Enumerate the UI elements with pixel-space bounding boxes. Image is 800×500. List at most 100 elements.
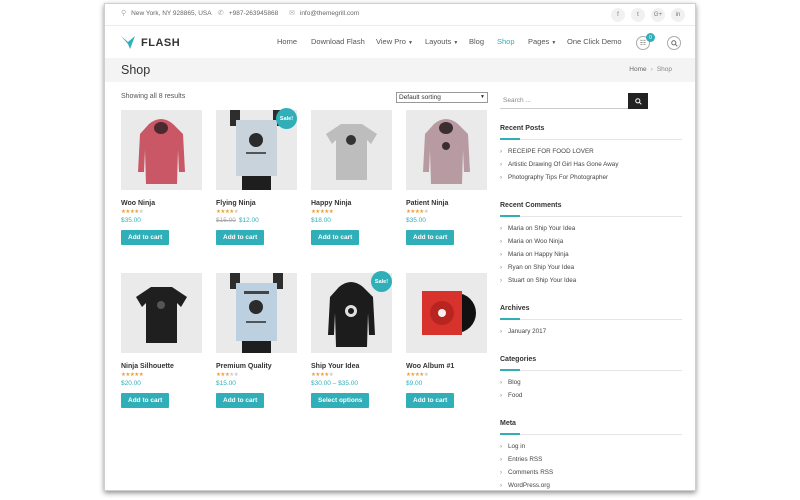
address-info: ⚲ New York, NY 928865, USA	[121, 9, 212, 18]
comment-post-link[interactable]: Woo Ninja	[534, 238, 563, 245]
chevron-right-icon: ›	[500, 444, 502, 450]
product-price: $30.00 – $35.00	[311, 380, 392, 387]
product-name[interactable]: Woo Ninja	[121, 200, 202, 207]
linkedin-icon[interactable]: in	[671, 8, 685, 22]
nav-pages[interactable]: Pages ▼	[528, 37, 556, 46]
star-rating: ★★★★★	[121, 209, 144, 215]
add-to-cart-button[interactable]: Add to cart	[216, 230, 265, 245]
widget-accent-bar	[500, 369, 520, 371]
chevron-right-icon: ›	[500, 457, 502, 463]
meta-item[interactable]: › Entries RSS	[500, 456, 542, 463]
product-price: $9.00	[406, 380, 487, 387]
product-card: Patient Ninja ★★★★★ $35.00 Add to cart	[406, 110, 487, 245]
recent-post-item[interactable]: › Artistic Drawing Of Girl Has Gone Away	[500, 161, 618, 168]
product-name[interactable]: Patient Ninja	[406, 200, 487, 207]
comment-post-link[interactable]: Happy Ninja	[534, 251, 568, 258]
nav-shop[interactable]: Shop	[497, 37, 515, 46]
breadcrumb: Home › Shop	[629, 66, 672, 73]
product-name[interactable]: Ninja Silhouette	[121, 363, 202, 370]
twitter-icon[interactable]: t	[631, 8, 645, 22]
chevron-right-icon: ›	[500, 226, 502, 232]
product-name[interactable]: Flying Ninja	[216, 200, 297, 207]
widget-title-archives: Archives	[500, 305, 530, 312]
chevron-right-icon: ›	[500, 162, 502, 168]
product-name[interactable]: Ship Your Idea	[311, 363, 392, 370]
category-link[interactable]: Food	[508, 392, 522, 399]
nav-blog[interactable]: Blog	[469, 37, 484, 46]
sidebar-search-button[interactable]	[628, 93, 648, 109]
chevron-right-icon: ›	[500, 380, 502, 386]
archive-item[interactable]: › January 2017	[500, 328, 546, 335]
recent-comment-item: › Maria on Ship Your Idea	[500, 225, 575, 232]
header-search-button[interactable]	[667, 36, 681, 50]
product-name[interactable]: Premium Quality	[216, 363, 297, 370]
meta-item[interactable]: › Log in	[500, 443, 525, 450]
widget-accent-bar	[500, 433, 520, 435]
comment-post-link[interactable]: Ship Your Idea	[535, 277, 576, 284]
meta-comments-rss-link[interactable]: Comments RSS	[508, 469, 553, 476]
product-card: Flying Ninja ★★★★★ $15.00 $12.00 Add to c…	[216, 110, 297, 245]
breadcrumb-current: Shop	[656, 66, 672, 73]
product-image[interactable]	[121, 110, 202, 190]
widget-divider	[500, 215, 682, 217]
recent-comment-item: › Maria on Happy Ninja	[500, 251, 569, 258]
phone-icon: ✆	[218, 10, 224, 17]
nav-view-pro[interactable]: View Pro ▼	[376, 37, 413, 46]
sort-select[interactable]: Default sorting ▼	[396, 92, 488, 103]
category-link[interactable]: Blog	[508, 379, 521, 386]
product-image[interactable]	[311, 110, 392, 190]
product-card: Woo Album #1 ★★★★★ $9.00 Add to cart	[406, 273, 487, 408]
meta-item[interactable]: › Comments RSS	[500, 469, 553, 476]
product-image[interactable]	[406, 110, 487, 190]
sale-badge: Sale!	[371, 271, 392, 292]
meta-wordpress-link[interactable]: WordPress.org	[508, 482, 550, 489]
comment-post-link[interactable]: Ship Your Idea	[533, 264, 574, 271]
product-image[interactable]	[216, 273, 297, 353]
google-plus-icon[interactable]: G+	[651, 8, 665, 22]
nav-download-flash[interactable]: Download Flash	[311, 37, 365, 46]
envelope-icon: ✉	[289, 10, 295, 17]
facebook-icon[interactable]: f	[611, 8, 625, 22]
category-item[interactable]: › Food	[500, 392, 522, 399]
email-link[interactable]: info@themegrill.com	[300, 10, 359, 17]
add-to-cart-button[interactable]: Add to cart	[216, 393, 265, 408]
recent-post-item[interactable]: › Photography Tips For Photographer	[500, 174, 608, 181]
recent-post-link[interactable]: Artistic Drawing Of Girl Has Gone Away	[508, 161, 618, 168]
meta-entries-rss-link[interactable]: Entries RSS	[508, 456, 542, 463]
product-image[interactable]	[121, 273, 202, 353]
product-price-value: $35.00	[406, 217, 426, 224]
breadcrumb-home[interactable]: Home	[629, 66, 646, 73]
add-to-cart-button[interactable]: Add to cart	[121, 230, 170, 245]
meta-item[interactable]: › WordPress.org	[500, 482, 550, 489]
product-name[interactable]: Happy Ninja	[311, 200, 392, 207]
recent-post-item[interactable]: › RECEIPE FOR FOOD LOVER	[500, 148, 594, 155]
site-logo[interactable]: FLASH	[121, 36, 180, 49]
add-to-cart-button[interactable]: Add to cart	[406, 393, 455, 408]
add-to-cart-button[interactable]: Add to cart	[311, 230, 360, 245]
product-price-value: $9.00	[406, 380, 423, 387]
recent-post-link[interactable]: RECEIPE FOR FOOD LOVER	[508, 148, 594, 155]
product-price-value: $30.00 – $35.00	[311, 380, 358, 387]
album-image	[422, 291, 476, 335]
nav-layouts[interactable]: Layouts ▼	[425, 37, 458, 46]
recent-comment-item: › Ryan on Ship Your Idea	[500, 264, 574, 271]
comment-post-link[interactable]: Ship Your Idea	[534, 225, 575, 232]
star-rating: ★★★★★	[311, 209, 334, 215]
widget-divider	[500, 369, 682, 371]
product-name[interactable]: Woo Album #1	[406, 363, 487, 370]
product-card: Happy Ninja ★★★★★ $18.00 Add to cart	[311, 110, 392, 245]
meta-login-link[interactable]: Log in	[508, 443, 525, 450]
select-options-button[interactable]: Select options	[311, 393, 370, 408]
product-image[interactable]	[406, 273, 487, 353]
nav-home[interactable]: Home	[277, 37, 297, 46]
nav-pages-label: Pages	[528, 37, 550, 46]
category-item[interactable]: › Blog	[500, 379, 521, 386]
phone-info: ✆ +987-263945868	[218, 9, 278, 18]
sidebar-search-input[interactable]: Search ...	[500, 93, 628, 109]
archive-link[interactable]: January 2017	[508, 328, 546, 335]
nav-one-click-demo[interactable]: One Click Demo	[567, 37, 622, 46]
comment-on: on	[525, 225, 533, 232]
recent-post-link[interactable]: Photography Tips For Photographer	[508, 174, 608, 181]
add-to-cart-button[interactable]: Add to cart	[121, 393, 170, 408]
add-to-cart-button[interactable]: Add to cart	[406, 230, 455, 245]
